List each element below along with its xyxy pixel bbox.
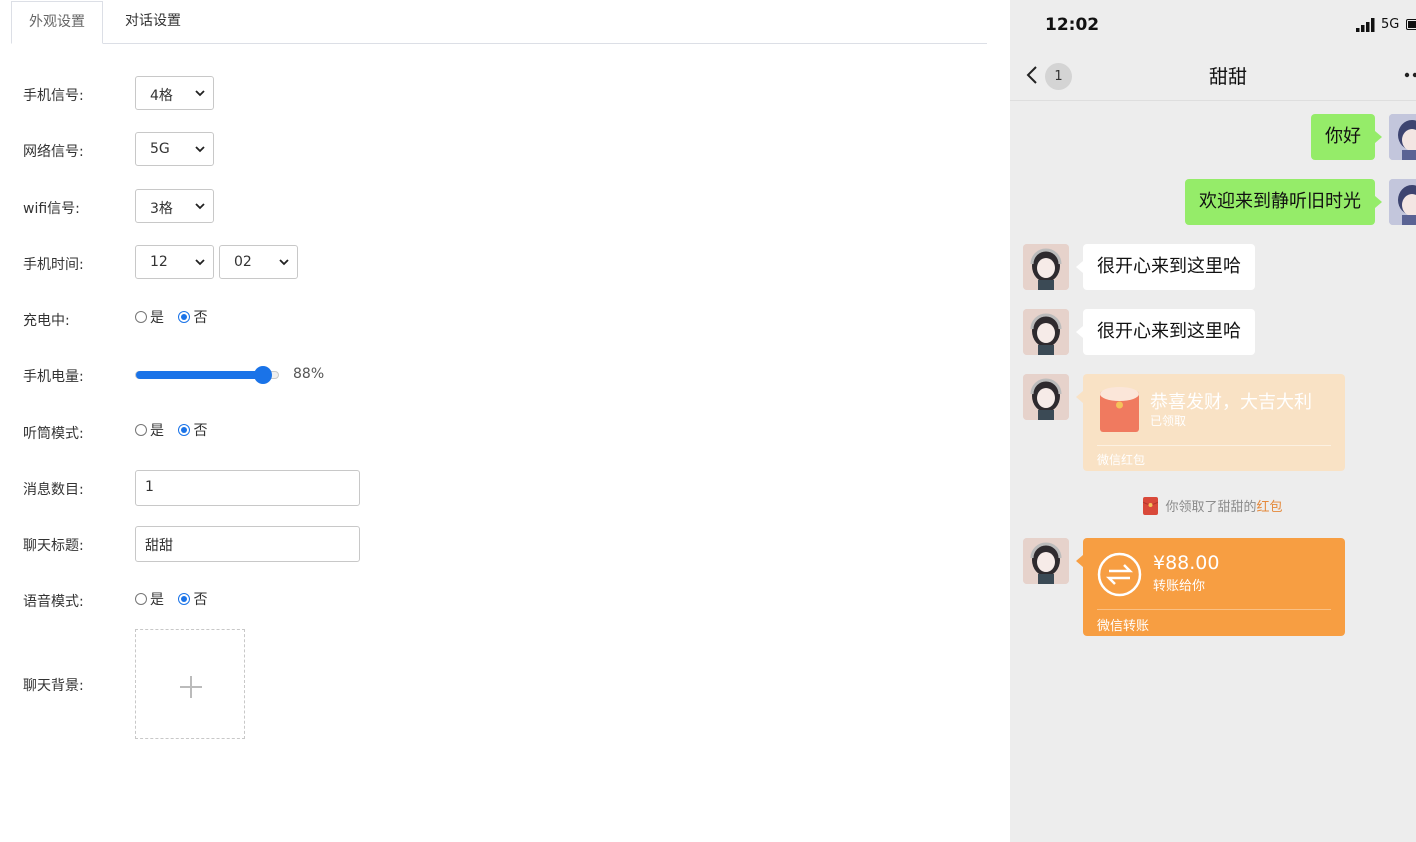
hour-select[interactable]: 12 xyxy=(135,245,214,279)
system-note-text: 你领取了甜甜的 xyxy=(1165,500,1257,515)
battery-label: 手机电量: xyxy=(23,369,84,385)
minute-select[interactable]: 02 xyxy=(219,245,298,279)
red-packet-title: 恭喜发财，大吉大利 xyxy=(1150,392,1312,413)
bubble-tail xyxy=(1076,391,1083,403)
avatar[interactable] xyxy=(1389,114,1416,160)
transfer-footer: 微信转账 xyxy=(1097,619,1150,634)
network-label: 网络信号: xyxy=(23,144,84,160)
slider-fill xyxy=(136,371,263,379)
status-time: 12:02 xyxy=(1045,15,1100,35)
message-bubble-other: 很开心来到这里哈 xyxy=(1083,244,1255,290)
earpiece-yes-option[interactable]: 是 xyxy=(135,420,164,440)
red-packet-card[interactable]: 恭喜发财，大吉大利 已领取 微信红包 xyxy=(1083,374,1345,471)
chevron-down-icon xyxy=(195,90,205,97)
wifi-label: wifi信号: xyxy=(23,201,80,217)
chevron-down-icon xyxy=(195,259,205,266)
chat-background-label: 聊天背景: xyxy=(23,678,84,694)
avatar[interactable] xyxy=(1023,244,1069,290)
network-select[interactable]: 5G xyxy=(135,132,214,166)
time-label: 手机时间: xyxy=(23,257,84,273)
chevron-down-icon xyxy=(195,203,205,210)
other-avatar-icon xyxy=(1023,538,1069,584)
avatar[interactable] xyxy=(1023,309,1069,355)
message-bubble-other: 很开心来到这里哈 xyxy=(1083,309,1255,355)
other-avatar-icon xyxy=(1023,244,1069,290)
plus-icon xyxy=(190,676,192,698)
chevron-down-icon xyxy=(279,259,289,266)
radio-button-selected[interactable] xyxy=(178,311,191,323)
chat-title: 甜甜 xyxy=(1208,66,1247,88)
signal-strength-icon xyxy=(1356,18,1375,32)
red-packet-small-icon xyxy=(1143,497,1159,515)
divider xyxy=(1097,609,1331,610)
transfer-card[interactable]: ¥88.00 转账给你 微信转账 xyxy=(1083,538,1345,636)
bubble-tail xyxy=(1076,261,1083,273)
radio-button-selected[interactable] xyxy=(178,593,191,605)
voice-yes-option[interactable]: 是 xyxy=(135,589,164,609)
self-avatar-icon xyxy=(1389,179,1416,225)
bubble-tail xyxy=(1076,555,1083,567)
battery-slider[interactable] xyxy=(135,366,279,384)
chevron-down-icon xyxy=(195,146,205,153)
settings-panel: 外观设置 对话设置 手机信号: 4格 网络信号: 5G wifi信号: 3格 手… xyxy=(0,0,1000,842)
chat-title-label: 聊天标题: xyxy=(23,538,84,554)
hour-value: 12 xyxy=(150,254,168,270)
voice-mode-label: 语音模式: xyxy=(23,594,84,610)
avatar[interactable] xyxy=(1389,179,1416,225)
wifi-value: 3格 xyxy=(150,201,173,217)
avatar[interactable] xyxy=(1023,538,1069,584)
system-note: 你领取了甜甜的红包 xyxy=(1010,496,1416,515)
message-bubble-self: 欢迎来到静听旧时光 xyxy=(1185,179,1375,225)
transfer-amount: ¥88.00 xyxy=(1153,552,1220,574)
signal-value: 4格 xyxy=(150,88,173,104)
phone-preview: 12:02 5G 1 甜甜 你好 欢迎来到静听旧时光 很开心来到这里哈 很开心来… xyxy=(1010,0,1416,842)
transfer-desc: 转账给你 xyxy=(1153,579,1206,594)
radio-button[interactable] xyxy=(135,311,147,323)
charging-yes-option[interactable]: 是 xyxy=(135,307,164,327)
message-count-input[interactable]: 1 xyxy=(135,470,360,506)
network-value: 5G xyxy=(150,141,170,157)
battery-icon xyxy=(1406,19,1416,30)
signal-select[interactable]: 4格 xyxy=(135,76,214,110)
avatar[interactable] xyxy=(1023,374,1069,420)
voice-mode-radio-group: 是 否 xyxy=(135,589,217,609)
other-avatar-icon xyxy=(1023,309,1069,355)
red-packet-status: 已领取 xyxy=(1150,414,1187,428)
radio-button[interactable] xyxy=(135,593,147,605)
red-packet-icon xyxy=(1100,387,1139,432)
radio-button-selected[interactable] xyxy=(178,424,191,436)
charging-radio-group: 是 否 xyxy=(135,307,217,327)
bubble-tail xyxy=(1375,131,1382,143)
charging-no-option[interactable]: 否 xyxy=(178,307,207,327)
background-upload-button[interactable] xyxy=(135,629,245,739)
red-packet-footer: 微信红包 xyxy=(1097,453,1146,467)
tab-bar: 外观设置 对话设置 xyxy=(11,0,987,44)
tab-dialogue[interactable]: 对话设置 xyxy=(108,1,198,43)
earpiece-label: 听筒模式: xyxy=(23,426,84,442)
bubble-tail xyxy=(1076,326,1083,338)
chat-title-input[interactable]: 甜甜 xyxy=(135,526,360,562)
tab-appearance[interactable]: 外观设置 xyxy=(11,1,103,44)
self-avatar-icon xyxy=(1389,114,1416,160)
message-bubble-self: 你好 xyxy=(1311,114,1375,160)
divider xyxy=(1097,445,1331,446)
transfer-icon xyxy=(1097,552,1142,597)
more-icon[interactable] xyxy=(1404,72,1416,78)
chat-nav-bar: 1 甜甜 xyxy=(1010,50,1416,101)
wifi-select[interactable]: 3格 xyxy=(135,189,214,223)
bubble-tail xyxy=(1375,196,1382,208)
earpiece-radio-group: 是 否 xyxy=(135,420,217,440)
radio-button[interactable] xyxy=(135,424,147,436)
system-note-highlight[interactable]: 红包 xyxy=(1257,500,1283,515)
earpiece-no-option[interactable]: 否 xyxy=(178,420,207,440)
battery-value: 88% xyxy=(293,366,325,382)
charging-label: 充电中: xyxy=(23,313,70,329)
network-type: 5G xyxy=(1381,17,1400,32)
minute-value: 02 xyxy=(234,254,252,270)
other-avatar-icon xyxy=(1023,374,1069,420)
signal-label: 手机信号: xyxy=(23,88,84,104)
voice-no-option[interactable]: 否 xyxy=(178,589,207,609)
slider-thumb[interactable] xyxy=(254,366,272,384)
message-count-label: 消息数目: xyxy=(23,482,84,498)
